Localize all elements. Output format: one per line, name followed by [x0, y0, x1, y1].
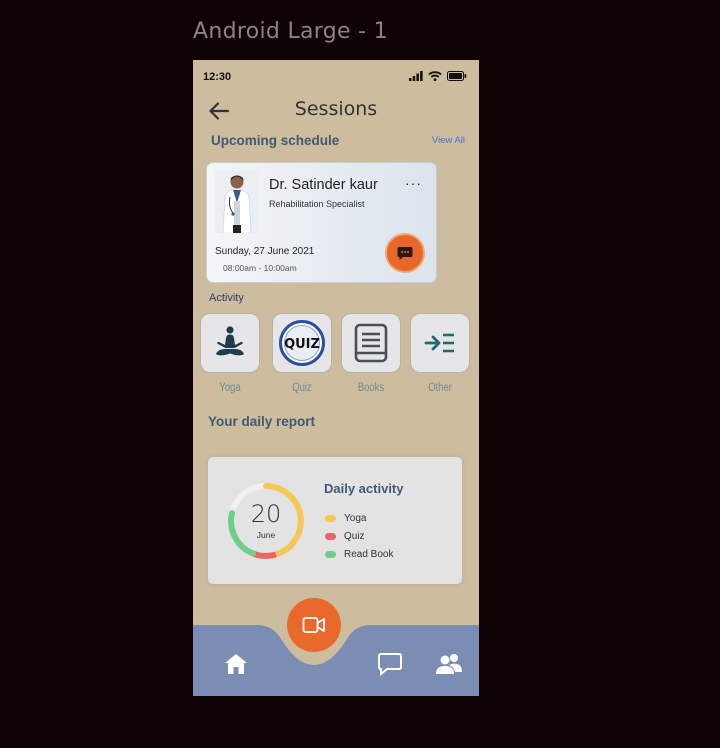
activity-quiz-tile[interactable]: QUIZ — [272, 313, 332, 373]
wifi-icon — [428, 71, 442, 81]
legend-dot-yoga — [325, 514, 336, 522]
daily-report-card: 20 June Daily activity Yoga Quiz Read Bo… — [208, 457, 462, 584]
report-month: June — [256, 530, 276, 540]
session-date: Sunday, 27 June 2021 — [215, 246, 315, 257]
activity-books-tile[interactable] — [341, 313, 401, 373]
activity-books-label: Books — [357, 382, 385, 394]
yoga-icon — [216, 326, 244, 356]
video-camera-icon — [302, 617, 325, 633]
more-options-button[interactable]: ··· — [405, 175, 422, 191]
status-bar: 12:30 — [193, 60, 479, 94]
activity-books[interactable]: Books — [341, 313, 401, 394]
quiz-icon: QUIZ — [279, 320, 325, 366]
legend-label-quiz: Quiz — [344, 530, 365, 542]
upcoming-schedule-heading: Upcoming schedule — [211, 133, 340, 148]
home-icon[interactable] — [223, 652, 249, 676]
activity-legend: Yoga Quiz Read Book — [325, 509, 393, 563]
ring-quiz-segment — [251, 550, 277, 559]
battery-icon — [447, 71, 467, 81]
phone-screen: 12:30 Sessions Upcoming schedule View Al… — [193, 60, 479, 696]
frame-label: Android Large - 1 — [193, 19, 388, 44]
legend-dot-read-book — [325, 550, 336, 558]
activity-other-label: Other — [428, 382, 452, 394]
page-title: Sessions — [294, 98, 378, 120]
daily-report-heading: Your daily report — [208, 414, 316, 429]
legend-label-yoga: Yoga — [344, 512, 367, 524]
video-call-button[interactable] — [287, 598, 341, 652]
legend-item-yoga: Yoga — [325, 509, 393, 527]
legend-item-quiz: Quiz — [325, 527, 393, 545]
users-icon[interactable] — [435, 652, 463, 676]
chat-icon[interactable] — [377, 652, 403, 676]
activity-yoga-tile[interactable] — [200, 313, 260, 373]
doctor-name: Dr. Satinder kaur — [269, 177, 378, 193]
session-card[interactable]: Dr. Satinder kaur Rehabilitation Special… — [206, 162, 437, 283]
activity-quiz[interactable]: QUIZ Quiz — [272, 313, 332, 394]
legend-item-read-book: Read Book — [325, 545, 393, 563]
activity-quiz-label: Quiz — [292, 382, 312, 394]
signal-icon — [409, 71, 423, 81]
status-icons — [409, 71, 467, 81]
legend-label-read-book: Read Book — [344, 548, 394, 560]
svg-text:QUIZ: QUIZ — [284, 337, 320, 352]
activity-other-tile[interactable] — [410, 313, 470, 373]
other-icon — [424, 333, 454, 353]
activity-yoga[interactable]: Yoga — [200, 313, 260, 394]
chat-bubble-icon — [397, 246, 413, 260]
doctor-role: Rehabilitation Specialist — [269, 199, 365, 209]
activity-list: Yoga QUIZ Quiz Books Other — [200, 313, 472, 403]
legend-dot-quiz — [325, 532, 336, 540]
view-all-link[interactable]: View All — [432, 135, 465, 146]
doctor-avatar — [215, 171, 259, 233]
daily-activity-title: Daily activity — [324, 481, 404, 496]
activity-heading: Activity — [209, 292, 244, 304]
session-time: 08:00am - 10:00am — [223, 263, 297, 273]
message-doctor-button[interactable] — [385, 233, 425, 273]
book-icon — [354, 323, 388, 363]
status-time: 12:30 — [203, 71, 232, 83]
report-day: 20 — [250, 500, 282, 528]
activity-yoga-label: Yoga — [219, 382, 241, 394]
activity-other[interactable]: Other — [410, 313, 470, 394]
